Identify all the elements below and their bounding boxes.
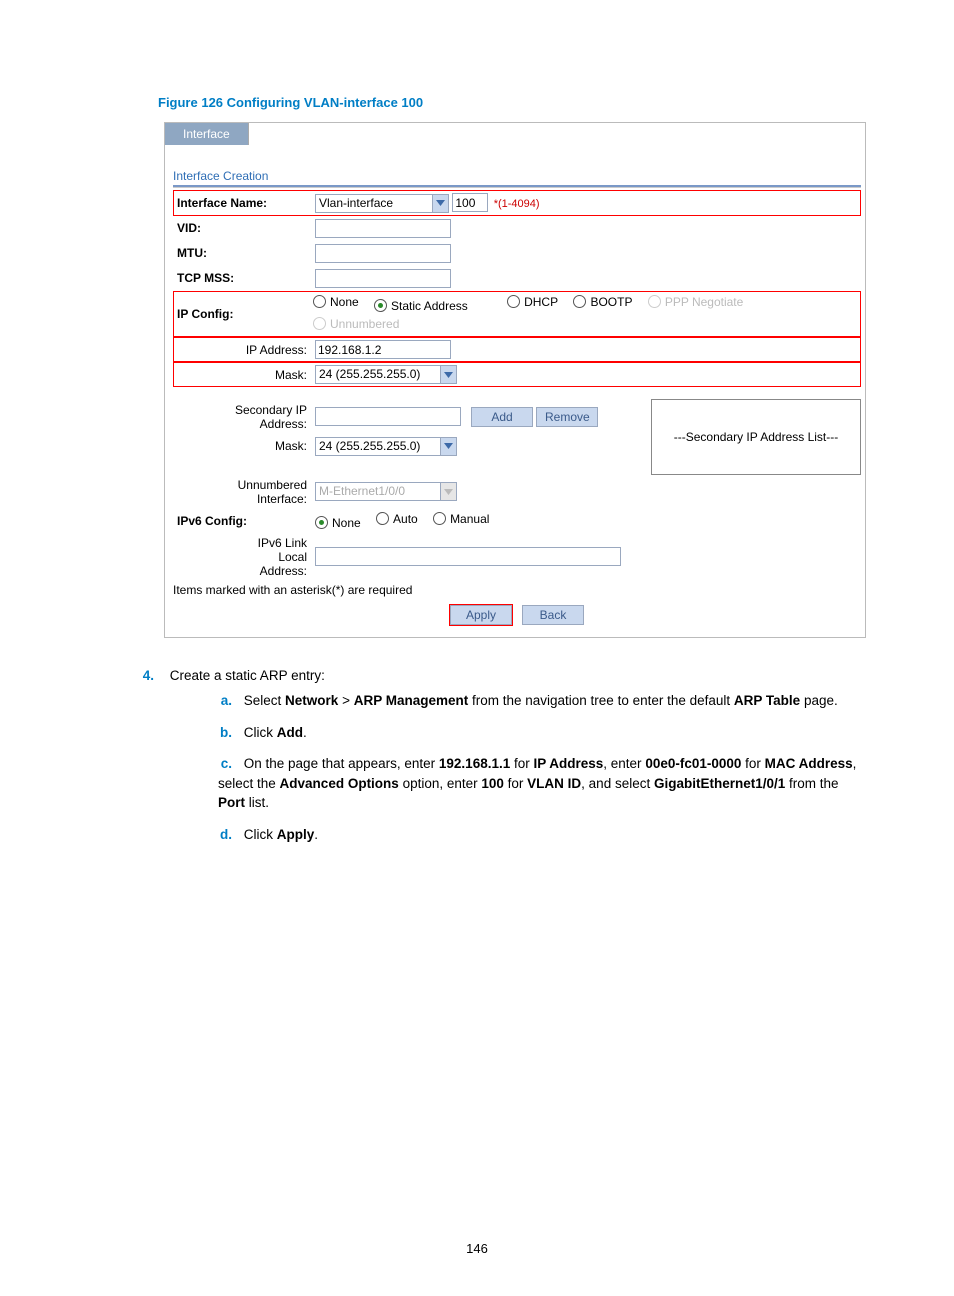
secondary-list-header: ---Secondary IP Address List--- xyxy=(674,430,839,444)
remove-button[interactable]: Remove xyxy=(536,407,598,427)
label-ipv6-link: IPv6 Link Local Address: xyxy=(173,533,311,581)
radio-unnumbered[interactable]: Unnumbered xyxy=(313,317,399,331)
unnumbered-if-select: M-Ethernet1/0/0 xyxy=(315,482,457,501)
mask-value: 24 (255.255.255.0) xyxy=(315,365,440,384)
page-number: 146 xyxy=(0,1241,954,1256)
label-mtu: MTU: xyxy=(173,241,311,266)
radio-ppp[interactable]: PPP Negotiate xyxy=(648,295,744,309)
substep-c: c. On the page that appears, enter 192.1… xyxy=(218,754,868,813)
form-table: Interface Name: Vlan-interface *(1-4094) xyxy=(173,190,861,581)
config-panel: Interface Interface Creation Interface N… xyxy=(164,122,866,638)
substep-a: a. Select Network > ARP Management from … xyxy=(218,691,868,711)
label-unnumbered-if: Unnumbered Interface: xyxy=(173,475,311,509)
chevron-down-icon[interactable] xyxy=(440,365,457,384)
mask-select[interactable]: 24 (255.255.255.0) xyxy=(315,365,457,384)
instruction-text: 4. Create a static ARP entry: a. Select … xyxy=(158,666,868,845)
secondary-mask-value: 24 (255.255.255.0) xyxy=(315,437,440,456)
apply-button[interactable]: Apply xyxy=(450,605,512,625)
chevron-down-icon[interactable] xyxy=(440,437,457,456)
interface-id-hint: *(1-4094) xyxy=(492,198,540,210)
step-number: 4. xyxy=(128,666,154,686)
unnumbered-if-value: M-Ethernet1/0/0 xyxy=(315,482,440,501)
label-ipconfig: IP Config: xyxy=(173,291,311,338)
substep-d: d. Click Apply. xyxy=(218,825,868,845)
label-secondary-ip: Secondary IP Address: xyxy=(173,400,311,434)
substep-b: b. Click Add. xyxy=(218,723,868,743)
tcpmss-input[interactable] xyxy=(315,269,451,288)
required-note: Items marked with an asterisk(*) are req… xyxy=(173,583,861,597)
vid-input[interactable] xyxy=(315,219,451,238)
back-button[interactable]: Back xyxy=(522,605,584,625)
radio-dhcp[interactable]: DHCP xyxy=(507,295,558,309)
step-title: Create a static ARP entry: xyxy=(170,668,325,683)
divider xyxy=(173,185,861,188)
chevron-down-icon[interactable] xyxy=(432,194,449,213)
action-bar: Apply Back xyxy=(173,601,861,631)
section-title: Interface Creation xyxy=(173,169,861,183)
label-vid: VID: xyxy=(173,216,311,241)
radio-static[interactable]: Static Address xyxy=(374,299,468,313)
tab-interface[interactable]: Interface xyxy=(165,123,249,145)
interface-id-input[interactable] xyxy=(452,193,488,212)
add-button[interactable]: Add xyxy=(471,407,533,427)
mtu-input[interactable] xyxy=(315,244,451,263)
label-interface-name: Interface Name: xyxy=(173,190,311,216)
tab-bar: Interface xyxy=(165,123,865,145)
label-mask2: Mask: xyxy=(173,434,311,459)
radio-ipv6-manual[interactable]: Manual xyxy=(433,512,489,526)
interface-type-value: Vlan-interface xyxy=(315,194,432,213)
interface-type-select[interactable]: Vlan-interface xyxy=(315,194,449,213)
label-ipaddress: IP Address: xyxy=(173,337,311,362)
ip-address-input[interactable] xyxy=(315,340,451,359)
label-ipv6-config: IPv6 Config: xyxy=(173,509,311,533)
secondary-ip-list: ---Secondary IP Address List--- xyxy=(652,400,861,475)
label-mask: Mask: xyxy=(173,362,311,387)
secondary-mask-select[interactable]: 24 (255.255.255.0) xyxy=(315,437,457,456)
chevron-down-icon xyxy=(440,482,457,501)
radio-ipv6-auto[interactable]: Auto xyxy=(376,512,418,526)
figure-caption: Figure 126 Configuring VLAN-interface 10… xyxy=(158,95,864,110)
secondary-ip-input[interactable] xyxy=(315,407,461,426)
radio-ipv6-none[interactable]: None xyxy=(315,516,361,530)
radio-bootp[interactable]: BOOTP xyxy=(573,295,632,309)
radio-none[interactable]: None xyxy=(313,295,359,309)
ipv6-link-input[interactable] xyxy=(315,547,621,566)
label-tcpmss: TCP MSS: xyxy=(173,266,311,291)
